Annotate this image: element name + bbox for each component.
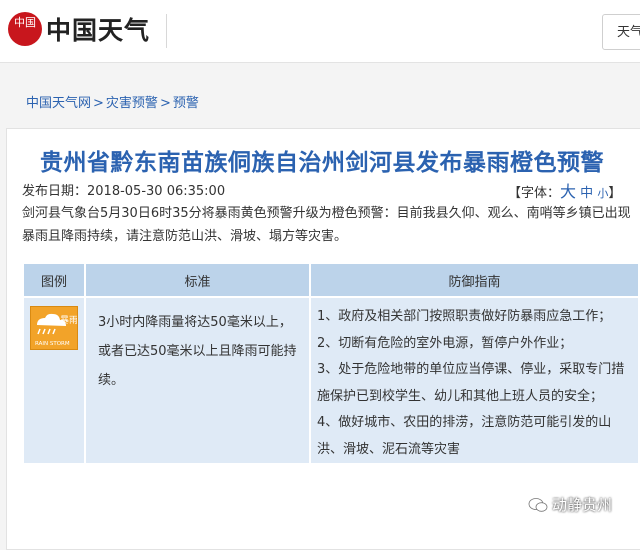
column-header-legend: 图例 <box>22 262 86 298</box>
font-size-label: 【字体： <box>508 186 561 201</box>
rainstorm-icon-caption: RAIN STORM <box>35 341 70 347</box>
font-size-close: 】 <box>608 186 622 201</box>
publish-date: 发布日期：2018-05-30 06:35:00 <box>22 180 225 199</box>
site-logo[interactable]: 中国天气 <box>46 11 150 47</box>
guide-item: 1、政府及相关部门按照职责做好防暴雨应急工作； <box>317 309 612 324</box>
breadcrumb-separator: > <box>93 96 104 111</box>
legend-cell: 暴雨 RAIN STORM <box>22 296 86 465</box>
breadcrumb-item-home[interactable]: 中国天气网 <box>26 96 91 111</box>
search-input[interactable]: 天气 <box>602 14 640 50</box>
watermark: 动静贵州 <box>528 494 612 515</box>
font-size-small-button[interactable]: 小 <box>597 187 608 200</box>
site-header: 中国 中国天气 天气 <box>0 0 640 63</box>
font-size-large-button[interactable]: 大 <box>560 182 576 201</box>
watermark-text: 动静贵州 <box>552 496 613 514</box>
table-row: 暴雨 RAIN STORM 3小时内降雨量将达50毫米以上，或者已达50毫米以上… <box>22 296 640 465</box>
breadcrumb: 中国天气网 > 灾害预警 > 预警 <box>26 92 199 111</box>
wechat-icon <box>528 498 548 512</box>
warning-summary: 剑河县气象台5月30日6时35分将暴雨黄色预警升级为橙色预警：目前我县久仰、观么… <box>22 206 631 244</box>
logo-seal-text: 中国 <box>14 16 36 29</box>
publish-date-label: 发布日期： <box>22 184 88 199</box>
font-size-control: 【字体：大 中 小】 <box>508 178 621 202</box>
table-header-row: 图例 标准 防御指南 <box>22 262 640 298</box>
breadcrumb-item-warning[interactable]: 预警 <box>173 96 199 111</box>
column-header-standard: 标准 <box>84 262 311 298</box>
guide-item: 4、做好城市、农田的排涝，注意防范可能引发的山洪、滑坡、泥石流等灾害 <box>317 415 612 457</box>
warning-table: 图例 标准 防御指南 暴雨 RAIN STORM 3小时内降雨量将达50毫米以上… <box>22 262 640 465</box>
rainstorm-icon-label: 暴雨 <box>60 315 77 326</box>
breadcrumb-item-disaster-warning[interactable]: 灾害预警 <box>106 96 158 111</box>
publish-date-value: 2018-05-30 06:35:00 <box>87 184 226 199</box>
page-title: 贵州省黔东南苗族侗族自治州剑河县发布暴雨橙色预警 <box>40 149 604 176</box>
header-divider <box>166 14 167 48</box>
rainstorm-orange-warning-icon: 暴雨 RAIN STORM <box>30 306 78 350</box>
guide-item: 2、切断有危险的室外电源，暂停户外作业； <box>317 335 573 351</box>
logo-seal[interactable]: 中国 <box>8 12 42 46</box>
guide-cell: 1、政府及相关部门按照职责做好防暴雨应急工作； 2、切断有危险的室外电源，暂停户… <box>309 296 640 465</box>
breadcrumb-separator: > <box>159 96 171 111</box>
standard-cell: 3小时内降雨量将达50毫米以上，或者已达50毫米以上且降雨可能持续。 <box>84 296 311 465</box>
font-size-medium-button[interactable]: 中 <box>580 186 593 201</box>
rainstorm-icon-graphic: 暴雨 RAIN STORM <box>35 313 78 347</box>
column-header-guide: 防御指南 <box>309 262 640 298</box>
guide-item: 3、处于危险地带的单位应当停课、停业，采取专门措施保护已到校学生、幼儿和其他上班… <box>317 362 625 404</box>
